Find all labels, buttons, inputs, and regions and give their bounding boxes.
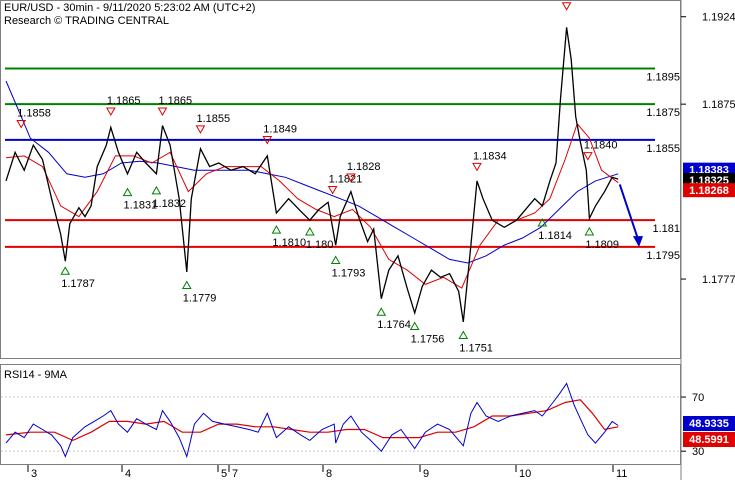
- chart-canvas: 1.18581.17871.18651.18311.18321.18651.17…: [0, 0, 735, 480]
- pivot-low-label-16: 1.1751: [459, 342, 493, 354]
- pivot-high-label-2: 1.1865: [107, 95, 141, 107]
- pivot-high-label-17: 1.1834: [473, 150, 507, 162]
- time-tick-label-3: 7: [232, 468, 238, 480]
- time-tick-label-7: 11: [616, 468, 627, 480]
- level-label-3: 1.181: [652, 223, 680, 235]
- time-tick-label-6: 10: [519, 468, 531, 480]
- time-tick-label-1: 4: [125, 468, 131, 480]
- price-tick-label-1: 1.1875: [702, 99, 735, 111]
- pivot-low-label-4: 1.1832: [152, 198, 186, 210]
- price-boxes: 1.183831.183251.18268: [683, 162, 735, 198]
- time-tick-label-4: 8: [326, 468, 332, 480]
- pivot-high-label-0: 1.1858: [17, 107, 51, 119]
- time-tick-label-0: 3: [31, 468, 37, 480]
- level-label-1: 1.1875: [646, 107, 680, 119]
- pivot-low-label-15: 1.1756: [411, 334, 445, 346]
- chart-title: EUR/USD - 30min - 9/11/2020 5:23:02 AM (…: [4, 2, 255, 14]
- rsi-tick-label-1: 30: [692, 446, 704, 458]
- pivot-low-label-1: 1.1787: [61, 278, 95, 290]
- pivot-high-label-5: 1.1865: [158, 95, 192, 107]
- pivot-low-label-12: 1.1793: [332, 267, 366, 279]
- pivot-low-label-10: 1.180: [306, 239, 334, 251]
- level-label-4: 1.1795: [646, 250, 680, 262]
- pivot-low-label-9: 1.1810: [272, 237, 306, 249]
- time-tick-label-5: 9: [423, 468, 429, 480]
- pivot-low-label-14: 1.1764: [377, 319, 411, 331]
- price-box-label-2: 1.18268: [689, 185, 729, 197]
- pivot-high-label-20: 1.1840: [584, 140, 618, 152]
- level-label-0: 1.1895: [646, 71, 680, 83]
- price-tick-label-0: 1.1924: [702, 12, 735, 24]
- level-label-2: 1.1855: [646, 143, 680, 155]
- pivot-high-label-11: 1.1821: [329, 174, 363, 186]
- time-tick-label-2: 5: [221, 468, 227, 480]
- price-tick-label-2: 1.1777: [702, 274, 735, 286]
- rsi-value: 48.9335: [689, 418, 729, 430]
- pivot-low-label-18: 1.1814: [538, 230, 572, 242]
- rsi-tick-label-0: 70: [692, 392, 704, 404]
- pivot-high-label-13: 1.1828: [347, 161, 381, 173]
- pivot-high-label-8: 1.1849: [263, 124, 297, 136]
- time-axis-ticks: 3 4 5 7 8 9 10 11: [27, 465, 627, 480]
- chart-source: Research © TRADING CENTRAL: [4, 15, 169, 27]
- price-axis-ticks: 1.1924 1.1875 1.1777: [681, 12, 735, 286]
- pivot-low-label-6: 1.1779: [183, 292, 217, 304]
- pivot-high-label-7: 1.1855: [196, 113, 230, 125]
- rsi-ma-value: 48.5991: [689, 434, 729, 446]
- rsi-label: RSI14 - 9MA: [4, 369, 68, 381]
- pivot-low-label-21: 1.1809: [585, 239, 619, 251]
